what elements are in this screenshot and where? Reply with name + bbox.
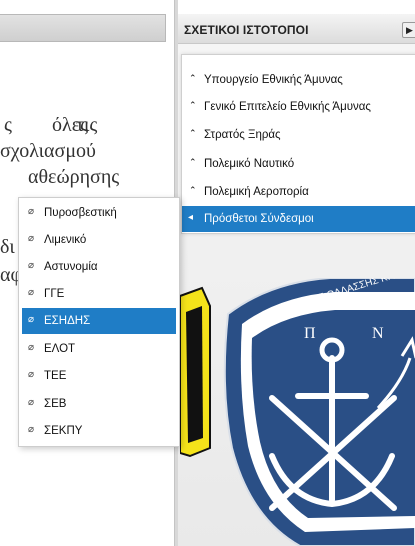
link-icon: ⌀ [28,260,35,271]
menu-item-additional-links[interactable]: ◂ Πρόσθετοι Σύνδεσμοι [182,206,415,232]
menu-item-label: Πολεμικό Ναυτικό [204,158,295,170]
emblems-area: Π Ν ΜΕΓΑ ΤΟ ΤΗΣ ΘΑΛΑΣΣΗΣ ΚΡΑΤΟΣ [180,278,415,546]
link-icon: ⌀ [28,424,35,435]
panel-header: ΣΧΕΤΙΚΟΙ ΙΣΤΟΤΟΠΟΙ ▶ [178,14,415,44]
submenu-item-tee[interactable]: ⌀ ΤΕΕ [22,363,176,389]
link-icon: ⌀ [28,342,35,353]
panel-expand-button[interactable]: ▶ [402,22,415,38]
submenu-item-coast-guard[interactable]: ⌀ Λιμενικό [22,227,176,253]
link-icon: ⌀ [28,287,35,298]
submenu-item-fire-service[interactable]: ⌀ Πυροσβεστική [22,200,176,226]
article-word: ς [4,114,12,136]
submenu-item-esidis[interactable]: ⌀ ΕΣΗΔΗΣ [22,308,176,334]
chevron-up-icon: ⌃ [189,100,197,110]
navy-emblem [223,278,415,546]
submenu-item-label: ΣΕΚΠΥ [44,425,83,437]
submenu-item-sev[interactable]: ⌀ ΣΕΒ [22,391,176,417]
submenu-item-sekpy[interactable]: ⌀ ΣΕΚΠΥ [22,418,176,444]
panel-title: ΣΧΕΤΙΚΟΙ ΙΣΤΟΤΟΠΟΙ [184,23,309,37]
submenu-item-label: Αστυνομία [44,261,98,273]
link-icon: ⌀ [28,369,35,380]
menu-item-ministry-of-defence[interactable]: ⌃ Υπουργείο Εθνικής Άμυνας [182,67,415,93]
menu-item-army[interactable]: ⌃ Στρατός Ξηράς [182,122,415,148]
article-line: σχολιασμού [0,140,96,162]
article-header-bar [0,14,166,42]
related-sites-menu: ⌃ Υπουργείο Εθνικής Άμυνας ⌃ Γενικό Επιτ… [181,54,415,234]
chevron-up-icon: ⌃ [189,185,197,195]
menu-item-label: Πρόσθετοι Σύνδεσμοι [204,213,314,225]
link-icon: ⌀ [28,206,35,217]
menu-item-air-force[interactable]: ⌃ Πολεμική Αεροπορία [182,179,415,205]
submenu-item-label: ΕΣΗΔΗΣ [44,315,91,327]
article-line: ς όλες τις [4,112,97,138]
submenu-item-label: Πυροσβεστική [44,207,117,219]
link-icon: ⌀ [28,314,35,325]
chevron-up-icon: ⌃ [189,128,197,138]
submenu-item-label: ΤΕΕ [44,370,67,382]
link-icon: ⌀ [28,233,35,244]
article-word: τις [76,114,98,136]
menu-item-navy[interactable]: ⌃ Πολεμικό Ναυτικό [182,151,415,177]
triangle-left-icon: ◂ [188,212,194,223]
additional-links-submenu: ⌀ Πυροσβεστική ⌀ Λιμενικό ⌀ Αστυνομία ⌀ … [18,197,180,447]
menu-item-label: Στρατός Ξηράς [204,129,281,141]
link-icon: ⌀ [28,397,35,408]
navy-letter-left: Π [304,325,316,342]
chevron-up-icon: ⌃ [189,73,197,83]
menu-item-label: Γενικό Επιτελείο Εθνικής Άμυνας [204,101,371,113]
submenu-item-police[interactable]: ⌀ Αστυνομία [22,254,176,280]
article-line: δι [0,236,15,258]
menu-item-label: Πολεμική Αεροπορία [204,186,309,198]
submenu-item-label: ΣΕΒ [44,398,67,410]
navy-letter-right: Ν [372,325,384,342]
menu-item-general-staff[interactable]: ⌃ Γενικό Επιτελείο Εθνικής Άμυνας [182,94,415,120]
chevron-up-icon: ⌃ [189,157,197,167]
article-line: αθεώρησης [28,166,120,188]
submenu-item-label: ΓΓΕ [44,288,65,300]
army-shield-emblem [180,286,211,458]
submenu-item-elot[interactable]: ⌀ ΕΛΟΤ [22,336,176,362]
submenu-item-gge[interactable]: ⌀ ΓΓΕ [22,281,176,307]
submenu-item-label: Λιμενικό [44,234,87,246]
submenu-item-label: ΕΛΟΤ [44,343,76,355]
menu-item-label: Υπουργείο Εθνικής Άμυνας [204,74,343,86]
